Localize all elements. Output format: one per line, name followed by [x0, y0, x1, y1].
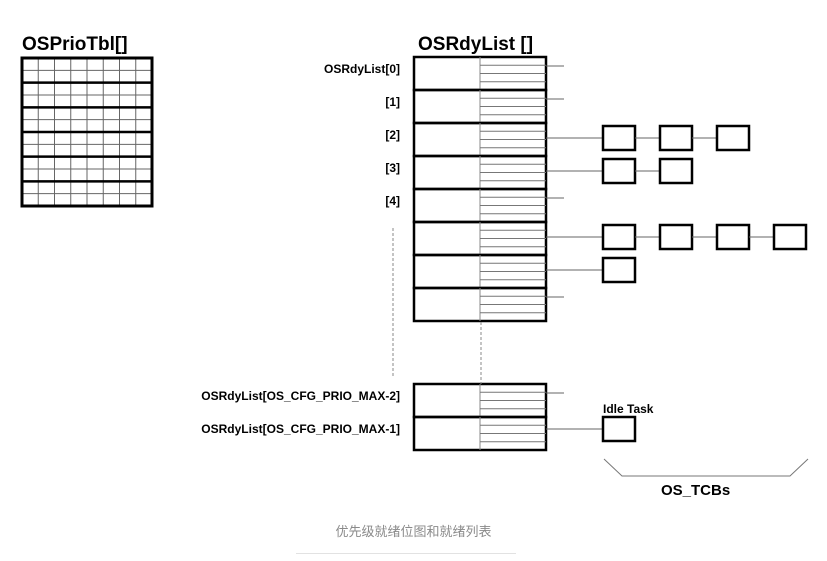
tcb-box — [601, 223, 637, 251]
prio-table — [20, 56, 154, 208]
ready-list: OSRdyList[0] [1] [2] [3] [4] — [324, 55, 548, 323]
tcb-box — [601, 157, 637, 185]
ready-list-label: [1] — [385, 95, 400, 109]
caption-divider — [296, 553, 516, 554]
ready-list-label: [2] — [385, 128, 400, 142]
tcb-box — [601, 415, 637, 443]
priority-ready-diagram: OSPrioTbl[] OSRdyList [] OSRdyList[0] [1]… — [20, 34, 809, 499]
tcb-box — [715, 124, 751, 152]
figure-caption: 优先级就绪位图和就绪列表 — [335, 525, 492, 540]
tcb-box — [658, 124, 694, 152]
tcbs-brace — [603, 458, 809, 477]
ready-list-title: OSRdyList [] — [418, 34, 533, 55]
ready-list-label: [4] — [385, 194, 400, 208]
tcb-box — [715, 223, 751, 251]
tcb-box — [658, 223, 694, 251]
ready-list-label: [3] — [385, 161, 400, 175]
tcb-box — [601, 256, 637, 284]
tcb-box — [601, 124, 637, 152]
tcbs-label: OS_TCBs — [661, 482, 730, 499]
tcb-chains — [546, 65, 808, 443]
ready-list-label: OSRdyList[OS_CFG_PRIO_MAX-1] — [201, 422, 400, 436]
ready-list-label: OSRdyList[0] — [324, 62, 400, 76]
prio-table-title: OSPrioTbl[] — [22, 34, 128, 55]
tcb-box — [772, 223, 808, 251]
ready-list-label: OSRdyList[OS_CFG_PRIO_MAX-2] — [201, 389, 400, 403]
tcb-box — [658, 157, 694, 185]
ready-list-tail: OSRdyList[OS_CFG_PRIO_MAX-2] OSRdyList[OS… — [201, 382, 548, 452]
idle-task-label: Idle Task — [603, 402, 654, 416]
